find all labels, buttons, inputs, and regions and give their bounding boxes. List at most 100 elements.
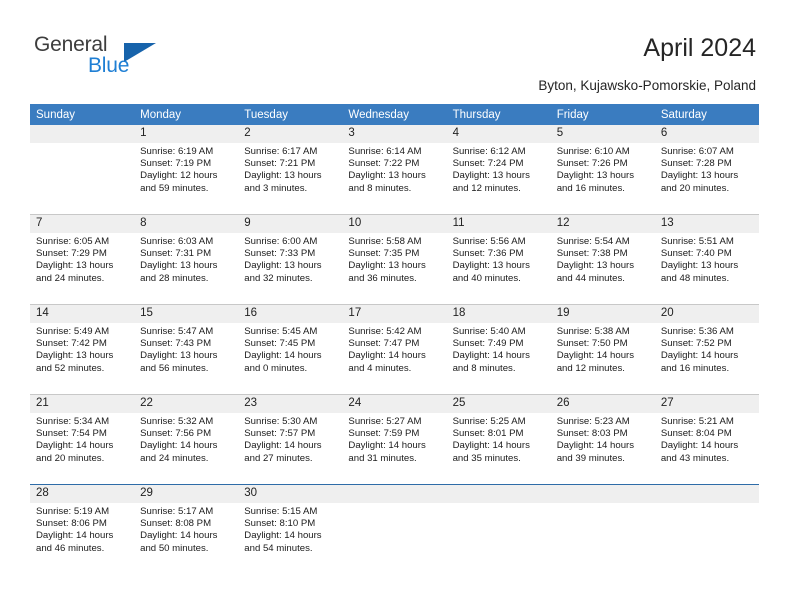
sunset-time: Sunset: 8:08 PM (140, 518, 212, 530)
calendar-page: General Blue April 2024 Byton, Kujawsko-… (0, 0, 792, 612)
calendar-day-cell[interactable]: 1 Sunrise: 6:19 AM Sunset: 7:19 PM Daylight… (134, 125, 239, 215)
daylight-duration-line2: and 8 minutes. (452, 362, 516, 374)
day-details: Sunrise: 5:32 AM Sunset: 7:56 PM Daylight:… (134, 413, 238, 465)
calendar-day-cell[interactable] (550, 484, 655, 574)
calendar-day-cell[interactable]: 27 Sunrise: 5:21 AM Sunset: 8:04 PM Dayligh… (654, 394, 759, 485)
day-cell-content: 25 Sunrise: 5:25 AM Sunset: 8:01 PM Dayligh… (446, 395, 551, 484)
calendar-day-cell[interactable]: 12 Sunrise: 5:54 AM Sunset: 7:38 PM Dayligh… (550, 214, 655, 305)
sunrise-time: Sunrise: 5:49 AM (36, 326, 110, 337)
calendar-day-cell[interactable]: 10 Sunrise: 5:58 AM Sunset: 7:35 PM Dayligh… (342, 214, 447, 305)
sunset-time: Sunset: 7:28 PM (660, 158, 732, 170)
calendar-day-cell[interactable]: 13 Sunrise: 5:51 AM Sunset: 7:40 PM Dayligh… (654, 214, 759, 305)
calendar-day-cell[interactable]: 6 Sunrise: 6:07 AM Sunset: 7:28 PM Daylight… (654, 125, 759, 215)
calendar-day-cell[interactable]: 29 Sunrise: 5:17 AM Sunset: 8:08 PM Dayligh… (134, 484, 239, 574)
calendar-day-cell[interactable]: 8 Sunrise: 6:03 AM Sunset: 7:31 PM Daylight… (134, 214, 239, 305)
calendar-day-cell[interactable]: 7 Sunrise: 6:05 AM Sunset: 7:29 PM Daylight… (30, 214, 135, 305)
sunset-time: Sunset: 7:47 PM (348, 338, 420, 350)
day-details: Sunrise: 5:38 AM Sunset: 7:50 PM Daylight:… (551, 323, 655, 375)
day-details: Sunrise: 5:25 AM Sunset: 8:01 PM Daylight:… (447, 413, 551, 465)
calendar-day-cell[interactable]: 26 Sunrise: 5:23 AM Sunset: 8:03 PM Dayligh… (550, 394, 655, 485)
sunset-time: Sunset: 7:56 PM (140, 428, 212, 440)
sunset-time: Sunset: 7:40 PM (660, 248, 732, 260)
day-cell-content: 12 Sunrise: 5:54 AM Sunset: 7:38 PM Dayligh… (550, 215, 655, 304)
calendar-day-cell[interactable]: 17 Sunrise: 5:42 AM Sunset: 7:47 PM Dayligh… (342, 304, 447, 395)
day-cell-content: 7 Sunrise: 6:05 AM Sunset: 7:29 PM Daylight… (30, 215, 135, 304)
calendar-day-cell[interactable]: 5 Sunrise: 6:10 AM Sunset: 7:26 PM Daylight… (550, 125, 655, 215)
daylight-duration-line2: and 59 minutes. (140, 182, 209, 194)
day-details: Sunrise: 6:19 AM Sunset: 7:19 PM Daylight:… (134, 143, 238, 195)
daylight-duration-line2: and 27 minutes. (244, 452, 313, 464)
daylight-duration-line2: and 31 minutes. (348, 452, 417, 464)
calendar-day-cell[interactable]: 19 Sunrise: 5:38 AM Sunset: 7:50 PM Dayligh… (550, 304, 655, 395)
calendar-day-cell[interactable]: 21 Sunrise: 5:34 AM Sunset: 7:54 PM Dayligh… (30, 394, 135, 485)
day-cell-content: 1 Sunrise: 6:19 AM Sunset: 7:19 PM Daylight… (134, 125, 239, 214)
day-cell-content (30, 125, 135, 214)
daylight-duration-line1: Daylight: 13 hours (36, 350, 114, 362)
sunrise-time: Sunrise: 5:32 AM (140, 416, 214, 427)
calendar-day-cell[interactable]: 25 Sunrise: 5:25 AM Sunset: 8:01 PM Dayligh… (446, 394, 551, 485)
daylight-duration-line2: and 24 minutes. (140, 452, 209, 464)
daylight-duration-line2: and 8 minutes. (348, 182, 412, 194)
calendar-day-cell[interactable] (30, 125, 135, 215)
calendar-week-row: 14 Sunrise: 5:49 AM Sunset: 7:42 PM Dayligh… (30, 304, 759, 395)
daylight-duration-line1: Daylight: 14 hours (36, 440, 114, 452)
day-number (342, 485, 447, 503)
daylight-duration-line1: Daylight: 12 hours (140, 170, 218, 182)
daylight-duration-line1: Daylight: 14 hours (36, 530, 114, 542)
calendar-day-cell[interactable]: 23 Sunrise: 5:30 AM Sunset: 7:57 PM Dayligh… (238, 394, 343, 485)
sunrise-time: Sunrise: 6:00 AM (244, 236, 318, 247)
daylight-duration-line1: Daylight: 14 hours (660, 440, 739, 452)
day-cell-content: 18 Sunrise: 5:40 AM Sunset: 7:49 PM Dayligh… (446, 305, 551, 394)
day-number: 12 (550, 215, 655, 233)
daylight-duration-line2: and 36 minutes. (348, 272, 417, 284)
daylight-duration-line1: Daylight: 14 hours (244, 440, 322, 452)
calendar-day-cell[interactable] (446, 484, 551, 574)
daylight-duration-line1: Daylight: 14 hours (452, 350, 530, 362)
day-cell-content: 28 Sunrise: 5:19 AM Sunset: 8:06 PM Dayligh… (30, 485, 135, 574)
general-blue-logo[interactable]: General Blue (34, 33, 214, 81)
sunset-time: Sunset: 7:54 PM (36, 428, 107, 440)
calendar-day-cell[interactable]: 24 Sunrise: 5:27 AM Sunset: 7:59 PM Dayligh… (342, 394, 447, 485)
daylight-duration-line2: and 24 minutes. (36, 272, 105, 284)
day-cell-content: 21 Sunrise: 5:34 AM Sunset: 7:54 PM Dayligh… (30, 395, 135, 484)
daylight-duration-line2: and 48 minutes. (660, 272, 730, 284)
sunset-time: Sunset: 7:29 PM (36, 248, 107, 260)
daylight-duration-line1: Daylight: 14 hours (244, 350, 322, 362)
daylight-duration-line1: Daylight: 14 hours (556, 350, 635, 362)
day-details: Sunrise: 5:15 AM Sunset: 8:10 PM Daylight:… (238, 503, 342, 555)
calendar-day-cell[interactable]: 4 Sunrise: 6:12 AM Sunset: 7:24 PM Daylight… (446, 125, 551, 215)
calendar-day-cell[interactable] (654, 484, 759, 574)
calendar-day-cell[interactable]: 15 Sunrise: 5:47 AM Sunset: 7:43 PM Dayligh… (134, 304, 239, 395)
day-details: Sunrise: 5:23 AM Sunset: 8:03 PM Daylight:… (551, 413, 655, 465)
sunrise-time: Sunrise: 6:14 AM (348, 146, 422, 157)
calendar-day-cell[interactable]: 16 Sunrise: 5:45 AM Sunset: 7:45 PM Dayligh… (238, 304, 343, 395)
calendar-day-cell[interactable]: 20 Sunrise: 5:36 AM Sunset: 7:52 PM Dayligh… (654, 304, 759, 395)
sunset-time: Sunset: 7:26 PM (556, 158, 628, 170)
calendar-day-cell[interactable]: 2 Sunrise: 6:17 AM Sunset: 7:21 PM Daylight… (238, 125, 343, 215)
calendar-day-cell[interactable]: 14 Sunrise: 5:49 AM Sunset: 7:42 PM Dayligh… (30, 304, 135, 395)
sunrise-time: Sunrise: 6:19 AM (140, 146, 214, 157)
day-number: 8 (134, 215, 239, 233)
calendar-day-cell[interactable]: 3 Sunrise: 6:14 AM Sunset: 7:22 PM Daylight… (342, 125, 447, 215)
day-cell-content: 2 Sunrise: 6:17 AM Sunset: 7:21 PM Daylight… (238, 125, 343, 214)
calendar-day-cell[interactable] (342, 484, 447, 574)
calendar-day-cell[interactable]: 22 Sunrise: 5:32 AM Sunset: 7:56 PM Dayligh… (134, 394, 239, 485)
calendar-day-cell[interactable]: 9 Sunrise: 6:00 AM Sunset: 7:33 PM Daylight… (238, 214, 343, 305)
sunrise-time: Sunrise: 5:27 AM (348, 416, 422, 427)
calendar-day-cell[interactable]: 18 Sunrise: 5:40 AM Sunset: 7:49 PM Dayligh… (446, 304, 551, 395)
day-cell-content: 14 Sunrise: 5:49 AM Sunset: 7:42 PM Dayligh… (30, 305, 135, 394)
calendar-day-cell[interactable]: 30 Sunrise: 5:15 AM Sunset: 8:10 PM Dayligh… (238, 484, 343, 574)
calendar-day-cell[interactable]: 11 Sunrise: 5:56 AM Sunset: 7:36 PM Dayligh… (446, 214, 551, 305)
daylight-duration-line2: and 56 minutes. (140, 362, 209, 374)
daylight-duration-line2: and 40 minutes. (452, 272, 521, 284)
daylight-duration-line2: and 35 minutes. (452, 452, 521, 464)
sunset-time: Sunset: 7:21 PM (244, 158, 316, 170)
sunrise-time: Sunrise: 5:40 AM (452, 326, 526, 337)
calendar-day-cell[interactable]: 28 Sunrise: 5:19 AM Sunset: 8:06 PM Dayligh… (30, 484, 135, 574)
column-header-thursday: Thursday (446, 104, 551, 125)
sunset-time: Sunset: 8:06 PM (36, 518, 107, 530)
daylight-duration-line1: Daylight: 14 hours (140, 530, 218, 542)
day-number: 27 (654, 395, 759, 413)
day-details: Sunrise: 5:58 AM Sunset: 7:35 PM Daylight:… (342, 233, 446, 285)
column-header-tuesday: Tuesday (238, 104, 343, 125)
